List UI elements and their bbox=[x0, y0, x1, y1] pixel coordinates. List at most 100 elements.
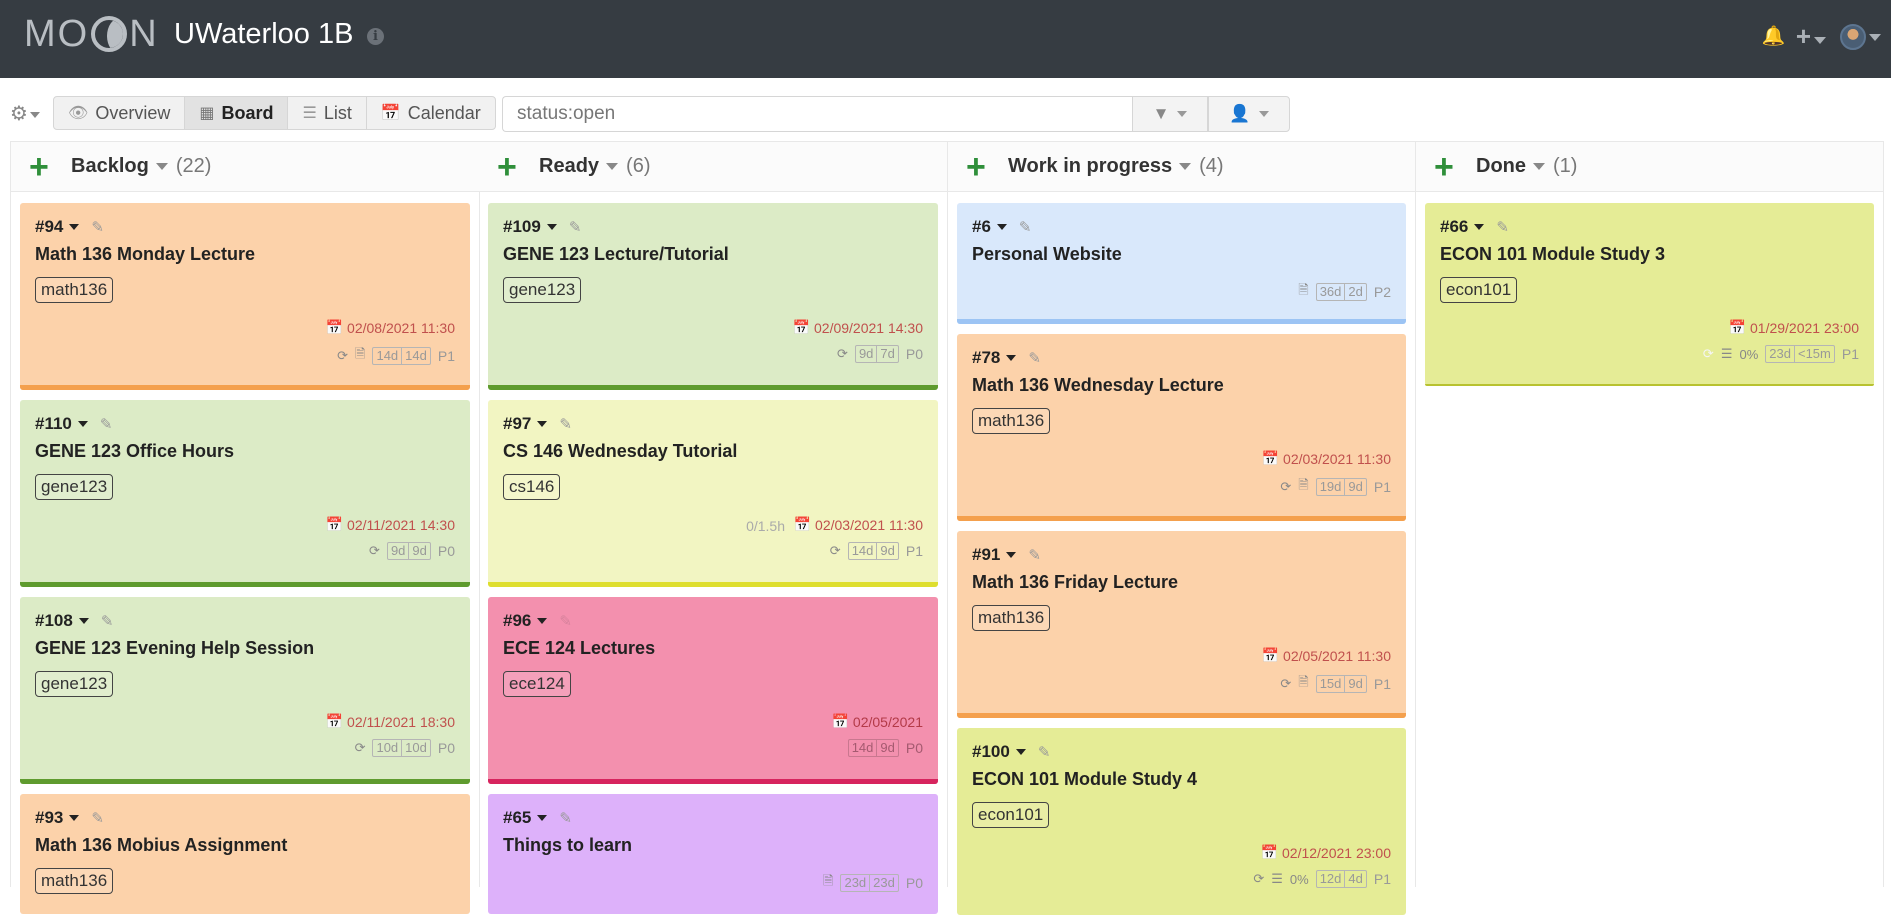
card-number[interactable]: #94 bbox=[35, 217, 63, 237]
add-card-icon[interactable]: + bbox=[966, 150, 992, 184]
card-title[interactable]: Math 136 Wednesday Lecture bbox=[972, 375, 1391, 396]
chevron-down-icon[interactable] bbox=[77, 421, 88, 427]
card-title[interactable]: GENE 123 Lecture/Tutorial bbox=[503, 244, 923, 265]
edit-icon[interactable]: ✎ bbox=[1496, 218, 1509, 236]
edit-icon[interactable]: ✎ bbox=[559, 415, 572, 433]
card-tag[interactable]: cs146 bbox=[503, 474, 561, 500]
chevron-down-icon[interactable] bbox=[69, 815, 80, 821]
card-title[interactable]: Math 136 Mobius Assignment bbox=[35, 835, 455, 856]
view-calendar-button[interactable]: 📅 Calendar bbox=[367, 97, 495, 129]
assignee-filter-button[interactable]: 👤 bbox=[1208, 96, 1290, 132]
chevron-down-icon[interactable] bbox=[1474, 224, 1485, 230]
card-title[interactable]: ECON 101 Module Study 4 bbox=[972, 769, 1391, 790]
chevron-down-icon[interactable] bbox=[1015, 749, 1026, 755]
edit-icon[interactable]: ✎ bbox=[569, 218, 582, 236]
chevron-down-icon[interactable] bbox=[155, 163, 168, 170]
card-93[interactable]: #93 ✎ Math 136 Mobius Assignment math136 bbox=[20, 794, 470, 914]
card-6[interactable]: #6 ✎ Personal Website 🗎 36d 2d P2 bbox=[957, 203, 1406, 324]
edit-icon[interactable]: ✎ bbox=[1019, 218, 1032, 236]
column-title[interactable]: Backlog bbox=[71, 155, 149, 178]
edit-icon[interactable]: ✎ bbox=[1038, 743, 1051, 761]
bell-icon[interactable]: 🔔 bbox=[1762, 26, 1786, 48]
card-tag[interactable]: math136 bbox=[35, 868, 114, 894]
card-tag[interactable]: gene123 bbox=[503, 277, 582, 303]
chevron-down-icon[interactable] bbox=[1179, 163, 1192, 170]
card-tag[interactable]: math136 bbox=[972, 408, 1051, 434]
add-card-icon[interactable]: + bbox=[497, 150, 523, 184]
moon-logo[interactable]: MON bbox=[24, 13, 159, 55]
chevron-down-icon[interactable] bbox=[69, 224, 80, 230]
search-input[interactable]: status:open bbox=[502, 96, 1132, 132]
card-65[interactable]: #65 ✎ Things to learn 🗎 23d 23d P0 bbox=[488, 794, 938, 914]
add-card-icon[interactable]: + bbox=[29, 150, 55, 184]
add-menu-button[interactable]: + bbox=[1796, 23, 1826, 50]
filter-button[interactable]: ▼ bbox=[1132, 96, 1208, 132]
edit-icon[interactable]: ✎ bbox=[1028, 349, 1041, 367]
view-overview-button[interactable]: 👁 Overview bbox=[54, 97, 186, 129]
card-tag[interactable]: econ101 bbox=[972, 802, 1050, 828]
chevron-down-icon[interactable] bbox=[1006, 552, 1017, 558]
edit-icon[interactable]: ✎ bbox=[1028, 546, 1041, 564]
card-title[interactable]: CS 146 Wednesday Tutorial bbox=[503, 441, 923, 462]
card-number[interactable]: #108 bbox=[35, 611, 73, 631]
card-tag[interactable]: ece124 bbox=[503, 671, 571, 697]
chevron-down-icon[interactable] bbox=[606, 163, 619, 170]
card-number[interactable]: #91 bbox=[972, 545, 1000, 565]
view-list-button[interactable]: ☰ List bbox=[288, 97, 367, 129]
settings-button[interactable]: ⚙ bbox=[10, 104, 40, 124]
card-number[interactable]: #66 bbox=[1440, 217, 1468, 237]
card-title[interactable]: GENE 123 Evening Help Session bbox=[35, 638, 455, 659]
card-66[interactable]: #66 ✎ ECON 101 Module Study 3 econ101 📅 01… bbox=[1425, 203, 1874, 386]
edit-icon[interactable]: ✎ bbox=[91, 809, 104, 827]
card-tag[interactable]: gene123 bbox=[35, 671, 114, 697]
chevron-down-icon[interactable] bbox=[1006, 355, 1017, 361]
view-board-button[interactable]: ▦ Board bbox=[185, 97, 289, 129]
card-number[interactable]: #6 bbox=[972, 217, 991, 237]
card-number[interactable]: #97 bbox=[503, 414, 531, 434]
card-tag[interactable]: gene123 bbox=[35, 474, 114, 500]
card-title[interactable]: Math 136 Friday Lecture bbox=[972, 572, 1391, 593]
card-number[interactable]: #96 bbox=[503, 611, 531, 631]
column-title[interactable]: Done bbox=[1476, 155, 1526, 178]
edit-icon[interactable]: ✎ bbox=[101, 612, 114, 630]
user-menu-button[interactable] bbox=[1840, 24, 1881, 50]
card-110[interactable]: #110 ✎ GENE 123 Office Hours gene123 📅 02/… bbox=[20, 400, 470, 587]
card-91[interactable]: #91 ✎ Math 136 Friday Lecture math136 📅 02… bbox=[957, 531, 1406, 718]
card-97[interactable]: #97 ✎ CS 146 Wednesday Tutorial cs146 0/1… bbox=[488, 400, 938, 587]
add-card-icon[interactable]: + bbox=[1434, 150, 1460, 184]
card-number[interactable]: #65 bbox=[503, 808, 531, 828]
edit-icon[interactable]: ✎ bbox=[100, 415, 113, 433]
chevron-down-icon[interactable] bbox=[1533, 163, 1545, 170]
card-number[interactable]: #93 bbox=[35, 808, 63, 828]
card-title[interactable]: GENE 123 Office Hours bbox=[35, 441, 455, 462]
chevron-down-icon[interactable] bbox=[537, 815, 548, 821]
card-tag[interactable]: math136 bbox=[35, 277, 114, 303]
chevron-down-icon[interactable] bbox=[537, 618, 548, 624]
column-title[interactable]: Work in progress bbox=[1008, 155, 1172, 178]
card-tag[interactable]: econ101 bbox=[1440, 277, 1518, 303]
card-number[interactable]: #78 bbox=[972, 348, 1000, 368]
card-title[interactable]: Personal Website bbox=[972, 244, 1391, 265]
chevron-down-icon[interactable] bbox=[546, 224, 557, 230]
card-94[interactable]: #94 ✎ Math 136 Monday Lecture math136 📅 02… bbox=[20, 203, 470, 390]
card-tag[interactable]: math136 bbox=[972, 605, 1051, 631]
card-title[interactable]: ECE 124 Lectures bbox=[503, 638, 923, 659]
info-icon[interactable]: i bbox=[367, 28, 384, 45]
card-title[interactable]: Math 136 Monday Lecture bbox=[35, 244, 455, 265]
edit-icon[interactable]: ✎ bbox=[91, 218, 104, 236]
card-title[interactable]: ECON 101 Module Study 3 bbox=[1440, 244, 1859, 265]
card-78[interactable]: #78 ✎ Math 136 Wednesday Lecture math136 … bbox=[957, 334, 1406, 521]
chevron-down-icon[interactable] bbox=[996, 224, 1007, 230]
card-109[interactable]: #109 ✎ GENE 123 Lecture/Tutorial gene123 … bbox=[488, 203, 938, 390]
edit-icon[interactable]: ✎ bbox=[559, 809, 572, 827]
card-number[interactable]: #110 bbox=[35, 414, 72, 434]
column-title[interactable]: Ready bbox=[539, 155, 599, 178]
chevron-down-icon[interactable] bbox=[537, 421, 548, 427]
card-number[interactable]: #109 bbox=[503, 217, 541, 237]
card-number[interactable]: #100 bbox=[972, 742, 1010, 762]
card-title[interactable]: Things to learn bbox=[503, 835, 923, 856]
edit-icon[interactable]: ✎ bbox=[559, 612, 572, 630]
chevron-down-icon[interactable] bbox=[78, 618, 89, 624]
card-108[interactable]: #108 ✎ GENE 123 Evening Help Session gene… bbox=[20, 597, 470, 784]
card-96[interactable]: #96 ✎ ECE 124 Lectures ece124 📅 02/05/2021… bbox=[488, 597, 938, 784]
